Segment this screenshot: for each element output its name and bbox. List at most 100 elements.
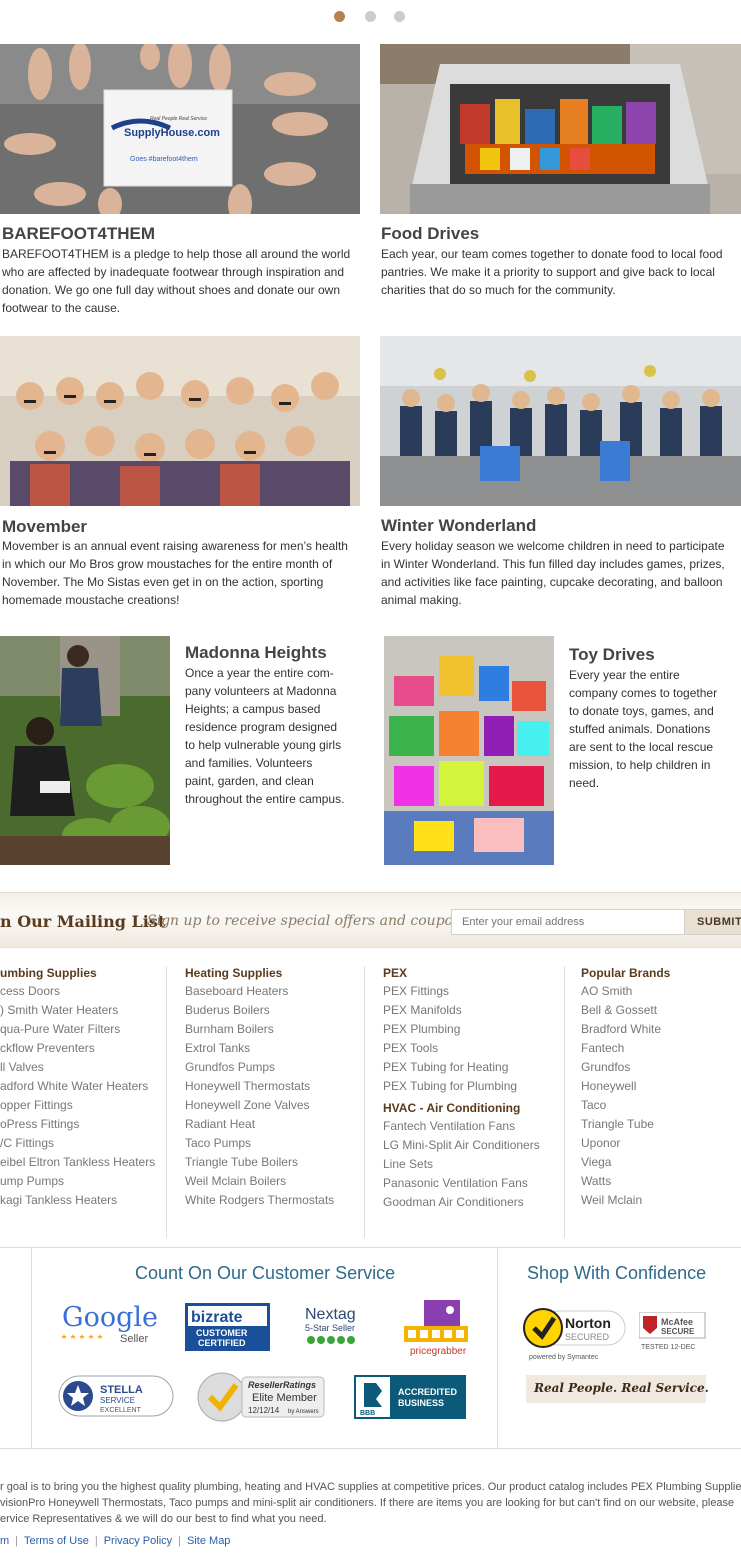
column-link[interactable]: ll Valves — [0, 1058, 155, 1077]
submit-button[interactable]: SUBMIT — [684, 909, 741, 935]
barefoot-photo-logo: SupplyHouse.com — [124, 127, 220, 139]
column-link[interactable]: oPress Fittings — [0, 1115, 155, 1134]
column-link[interactable]: Weil Mclain Boilers — [185, 1172, 334, 1191]
carousel-pagination — [0, 11, 741, 25]
column-link[interactable]: Taco Pumps — [185, 1134, 334, 1153]
column-link[interactable]: Burnham Boilers — [185, 1020, 334, 1039]
column-link[interactable]: Fantech Ventilation Fans — [383, 1117, 540, 1136]
column-link[interactable]: Grundfos Pumps — [185, 1058, 334, 1077]
carousel-dot-1[interactable] — [334, 11, 345, 22]
norton-secured-badge[interactable]: Norton SECURED powered by Symantec — [523, 1303, 628, 1363]
google-seller-badge[interactable]: Google Seller — [58, 1298, 158, 1350]
text-line: Once a year the entire com- — [185, 666, 334, 680]
column-link[interactable]: Uponor — [581, 1134, 670, 1153]
column-link[interactable]: LG Mini-Split Air Conditioners — [383, 1136, 540, 1155]
column-link[interactable]: Extrol Tanks — [185, 1039, 334, 1058]
column-link[interactable]: adford White Water Heaters — [0, 1077, 155, 1096]
nextag-badge[interactable]: Nextag 5-Star Seller — [303, 1303, 373, 1348]
text-line: to help vulnerable young girls — [185, 738, 342, 752]
column-link[interactable]: qua-Pure Water Filters — [0, 1020, 155, 1039]
card-text: Once a year the entire com- pany volunte… — [185, 664, 344, 808]
column-link[interactable]: White Rodgers Thermostats — [185, 1191, 334, 1210]
column-link[interactable]: Viega — [581, 1153, 670, 1172]
card-title: Winter Wonderland — [381, 516, 537, 535]
column-link[interactable]: kagi Tankless Heaters — [0, 1191, 155, 1210]
text-line: to donate toys, games, and — [569, 704, 714, 718]
card-text: Every year the entire company comes to t… — [569, 666, 717, 792]
trust-divider — [497, 1248, 498, 1448]
text-line: pany volunteers at Madonna — [185, 684, 337, 698]
bizrate-badge[interactable]: bizrate CUSTOMER CERTIFIED — [185, 1303, 270, 1351]
column-link[interactable]: Grundfos — [581, 1058, 670, 1077]
column-link[interactable]: cess Doors — [0, 982, 155, 1001]
site-map-link[interactable]: Site Map — [187, 1535, 230, 1547]
pex-hvac-column: PEX PEX Fittings PEX Manifolds PEX Plumbing… — [383, 966, 540, 1212]
column-heading[interactable]: PEX — [383, 966, 540, 982]
movember-photo — [0, 336, 360, 506]
column-link[interactable]: Baseboard Heaters — [185, 982, 334, 1001]
nextag-seller-label: 5-Star Seller — [305, 1323, 355, 1333]
column-divider — [564, 966, 565, 1238]
privacy-policy-link[interactable]: Privacy Policy — [104, 1535, 172, 1547]
winter-wonderland-photo — [380, 336, 741, 506]
column-link[interactable]: opper Fittings — [0, 1096, 155, 1115]
carousel-dot-2[interactable] — [365, 11, 376, 22]
column-heading[interactable]: Heating Supplies — [185, 966, 334, 982]
column-link[interactable]: AO Smith — [581, 982, 670, 1001]
column-link[interactable]: Triangle Tube Boilers — [185, 1153, 334, 1172]
column-link[interactable]: Bradford White — [581, 1020, 670, 1039]
bbb-accredited-badge[interactable]: BBB ACCREDITED BUSINESS — [354, 1375, 466, 1419]
terms-of-use-link[interactable]: Terms of Use — [24, 1535, 89, 1547]
column-link[interactable]: Goodman Air Conditioners — [383, 1193, 540, 1212]
card-text: Movember is an annual event raising awar… — [2, 537, 348, 609]
column-link[interactable]: Triangle Tube — [581, 1115, 670, 1134]
column-link[interactable]: PEX Tools — [383, 1039, 540, 1058]
mcafee-line-2: SECURE — [661, 1327, 695, 1336]
column-heading[interactable]: umbing Supplies — [0, 966, 155, 982]
column-heading[interactable]: Popular Brands — [581, 966, 670, 982]
barefoot-photo-hashtag: Goes #barefoot4them — [130, 156, 198, 163]
column-link[interactable]: ckflow Preventers — [0, 1039, 155, 1058]
pricegrabber-badge[interactable]: pricegrabber — [402, 1298, 472, 1358]
column-heading[interactable]: HVAC - Air Conditioning — [383, 1101, 540, 1117]
footer-link-cut[interactable]: m — [0, 1535, 9, 1547]
email-input[interactable] — [451, 909, 686, 935]
nextag-logo-text: Nextag — [305, 1306, 356, 1323]
column-link[interactable]: Taco — [581, 1096, 670, 1115]
column-link[interactable]: ump Pumps — [0, 1172, 155, 1191]
column-link[interactable]: Buderus Boilers — [185, 1001, 334, 1020]
text-line: Movember is an annual event raising awar… — [2, 539, 348, 553]
column-link[interactable]: PEX Plumbing — [383, 1020, 540, 1039]
column-link[interactable]: Bell & Gossett — [581, 1001, 670, 1020]
column-link[interactable]: Honeywell Thermostats — [185, 1077, 334, 1096]
column-link[interactable]: /C Fittings — [0, 1134, 155, 1153]
column-link[interactable]: PEX Manifolds — [383, 1001, 540, 1020]
text-line: in Winter Wonderland. This fun filled da… — [381, 557, 725, 571]
column-link[interactable]: Panasonic Ventilation Fans — [383, 1174, 540, 1193]
carousel-dot-3[interactable] — [394, 11, 405, 22]
pricegrabber-label: pricegrabber — [410, 1346, 467, 1357]
column-link[interactable]: Weil Mclain — [581, 1191, 670, 1210]
column-link[interactable]: Watts — [581, 1172, 670, 1191]
column-link[interactable]: Fantech — [581, 1039, 670, 1058]
footer-separator: | — [94, 1535, 98, 1547]
stella-service-badge[interactable]: STELLA SERVICE EXCELLENT — [58, 1375, 174, 1417]
column-link[interactable]: ) Smith Water Heaters — [0, 1001, 155, 1020]
resellerratings-badge[interactable]: ResellerRatings Elite Member 12/12/14 by… — [196, 1371, 326, 1423]
column-link[interactable]: Honeywell — [581, 1077, 670, 1096]
column-link[interactable]: Line Sets — [383, 1155, 540, 1174]
text-line: BAREFOOT4THEM is a pledge to help those … — [2, 247, 351, 261]
column-link[interactable]: PEX Tubing for Plumbing — [383, 1077, 540, 1096]
text-line: Every year the entire — [569, 668, 680, 682]
toy-drives-photo — [384, 636, 554, 865]
bbb-logo-text: BBB — [360, 1410, 375, 1417]
resellerratings-line-4: by Answers — [288, 1409, 319, 1415]
column-link[interactable]: Honeywell Zone Valves — [185, 1096, 334, 1115]
text-line: need. — [569, 776, 600, 790]
card-text: Every holiday season we welcome children… — [381, 537, 725, 609]
column-link[interactable]: PEX Tubing for Heating — [383, 1058, 540, 1077]
mcafee-secure-badge[interactable]: McAfee SECURE TESTED 12-DEC — [638, 1311, 707, 1352]
column-link[interactable]: PEX Fittings — [383, 982, 540, 1001]
column-link[interactable]: Radiant Heat — [185, 1115, 334, 1134]
column-link[interactable]: eibel Eltron Tankless Heaters — [0, 1153, 155, 1172]
